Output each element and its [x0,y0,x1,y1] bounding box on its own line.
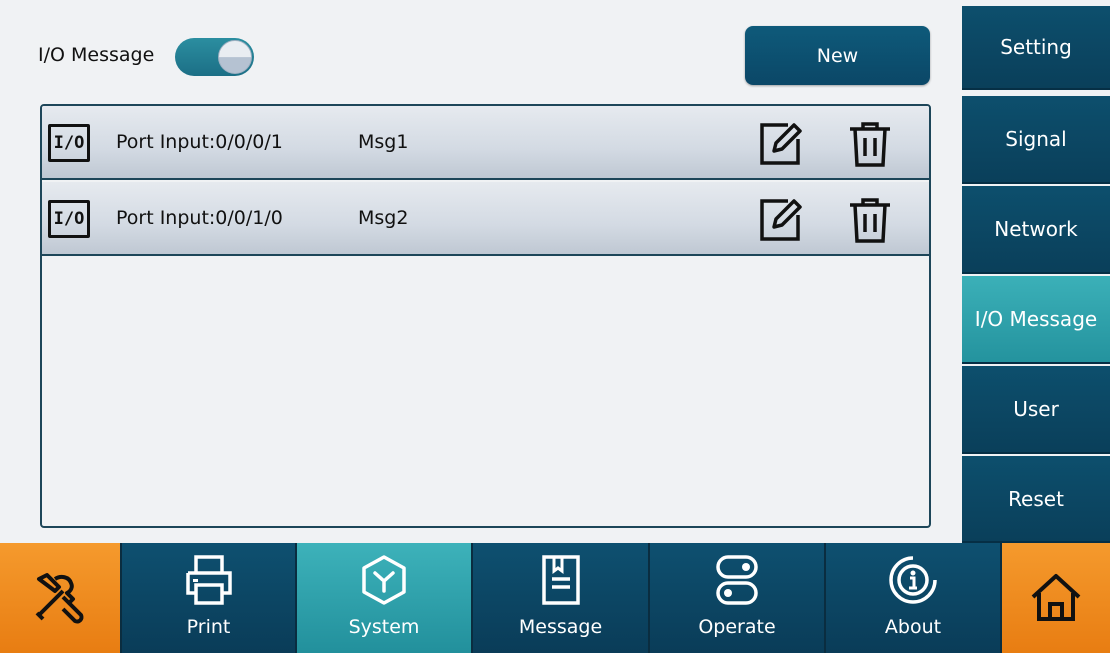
printer-icon [185,555,232,605]
edit-icon[interactable] [758,121,804,167]
message-list: I/O Port Input:0/0/0/1 Msg1 I/O Port Inp… [40,104,931,528]
new-button[interactable]: New [745,26,930,85]
app-window: I/O Message New I/O Port Input:0/0/0/1 M… [0,0,1110,653]
sidebar-item-signal[interactable]: Signal [962,96,1110,184]
list-item[interactable]: I/O Port Input:0/0/0/1 Msg1 [42,106,929,180]
nav-system-label: System [348,616,420,638]
nav-print-label: Print [186,616,231,638]
nav-message-label: Message [518,616,603,638]
io-badge-icon: I/O [48,124,90,162]
nav-message[interactable]: Message [473,543,650,653]
system-icon [362,555,406,605]
nav-about[interactable]: About [826,543,1002,653]
nav-print[interactable]: Print [122,543,297,653]
operate-icon [716,555,758,605]
sidebar-item-user[interactable]: User [962,366,1110,454]
right-sidebar: Setting Signal Network I/O Message User … [962,0,1110,543]
message-icon [541,555,580,605]
info-icon [889,556,937,604]
sidebar-item-reset[interactable]: Reset [962,456,1110,543]
toggle-knob [218,40,252,74]
edit-icon[interactable] [758,197,804,243]
io-message-toggle[interactable] [175,38,254,76]
io-badge-icon: I/O [48,200,90,238]
message-name: Msg2 [358,207,409,229]
port-input-text: Port Input:0/0/0/1 [116,131,283,153]
list-item[interactable]: I/O Port Input:0/0/1/0 Msg2 [42,182,929,256]
nav-operate-label: Operate [698,616,776,638]
nav-operate[interactable]: Operate [650,543,826,653]
nav-about-label: About [884,616,942,638]
io-message-label: I/O Message [38,44,155,66]
main-panel: I/O Message New I/O Port Input:0/0/0/1 M… [0,0,962,543]
nav-system[interactable]: System [297,543,473,653]
delete-icon[interactable] [846,120,894,168]
delete-icon[interactable] [846,196,894,244]
nav-tools[interactable] [0,543,122,653]
message-name: Msg1 [358,131,409,153]
sidebar-item-network[interactable]: Network [962,186,1110,274]
home-icon [1031,574,1081,621]
port-input-text: Port Input:0/0/1/0 [116,207,283,229]
sidebar-item-setting[interactable]: Setting [962,6,1110,90]
tools-icon [35,573,84,624]
bottom-nav: Print System Message Operate About [0,543,1110,653]
sidebar-item-io-message[interactable]: I/O Message [962,276,1110,364]
nav-home[interactable] [1002,543,1110,653]
